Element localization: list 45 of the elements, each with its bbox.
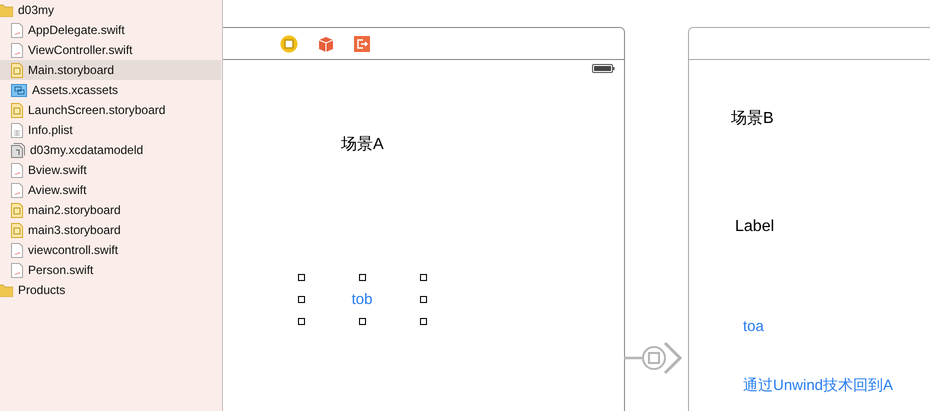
storyboard-file-icon: [11, 202, 23, 218]
storyboard-file-icon: [11, 102, 23, 118]
storyboard-file-icon: [11, 62, 23, 78]
swift-file-icon: [11, 22, 23, 38]
scene-title: 场景A: [341, 135, 384, 155]
file-item[interactable]: viewcontroll.swift: [0, 240, 221, 260]
resize-handle[interactable]: [359, 274, 366, 281]
exit-icon: [354, 36, 370, 52]
file-item[interactable]: Info.plist: [0, 120, 221, 140]
view-controller-icon: [280, 34, 298, 52]
file-item[interactable]: Bview.swift: [0, 160, 221, 180]
file-item[interactable]: AppDelegate.swift: [0, 20, 221, 40]
file-item[interactable]: Products: [0, 280, 221, 300]
resize-handle[interactable]: [298, 274, 305, 281]
resize-handle[interactable]: [298, 296, 305, 303]
tob-button[interactable]: tob: [301, 277, 423, 321]
file-item[interactable]: Assets.xcassets: [0, 80, 221, 100]
file-item[interactable]: Main.storyboard: [0, 60, 221, 80]
file-item[interactable]: Aview.swift: [0, 180, 221, 200]
swift-file-icon: [11, 262, 23, 278]
label-text: Label: [735, 218, 774, 236]
file-item[interactable]: main2.storyboard: [0, 200, 221, 220]
swift-file-icon: [11, 42, 23, 58]
file-item[interactable]: LaunchScreen.storyboard: [0, 100, 221, 120]
file-item[interactable]: ViewController.swift: [0, 40, 221, 60]
plist-file-icon: [11, 122, 23, 138]
scene-title: 场景B: [731, 109, 774, 129]
scene-button[interactable]: toa: [743, 318, 764, 335]
swift-file-icon: [11, 162, 23, 178]
file-item[interactable]: Person.swift: [0, 260, 221, 280]
resize-handle[interactable]: [420, 296, 427, 303]
swift-file-icon: [11, 182, 23, 198]
data-model-file-icon: [11, 142, 25, 158]
battery-icon: [592, 64, 615, 73]
file-item[interactable]: main3.storyboard: [0, 220, 221, 240]
swift-file-icon: [11, 242, 23, 258]
resize-handle[interactable]: [359, 318, 366, 325]
file-item[interactable]: d03my: [0, 0, 221, 20]
cube-icon: [318, 36, 334, 52]
resize-handle[interactable]: [420, 274, 427, 281]
scene-button[interactable]: 通过Unwind技术回到A: [743, 376, 894, 395]
resize-handle[interactable]: [298, 318, 305, 325]
storyboard-file-icon: [11, 222, 23, 238]
resize-handle[interactable]: [420, 318, 427, 325]
file-item[interactable]: d03my.xcdatamodeld: [0, 140, 221, 160]
